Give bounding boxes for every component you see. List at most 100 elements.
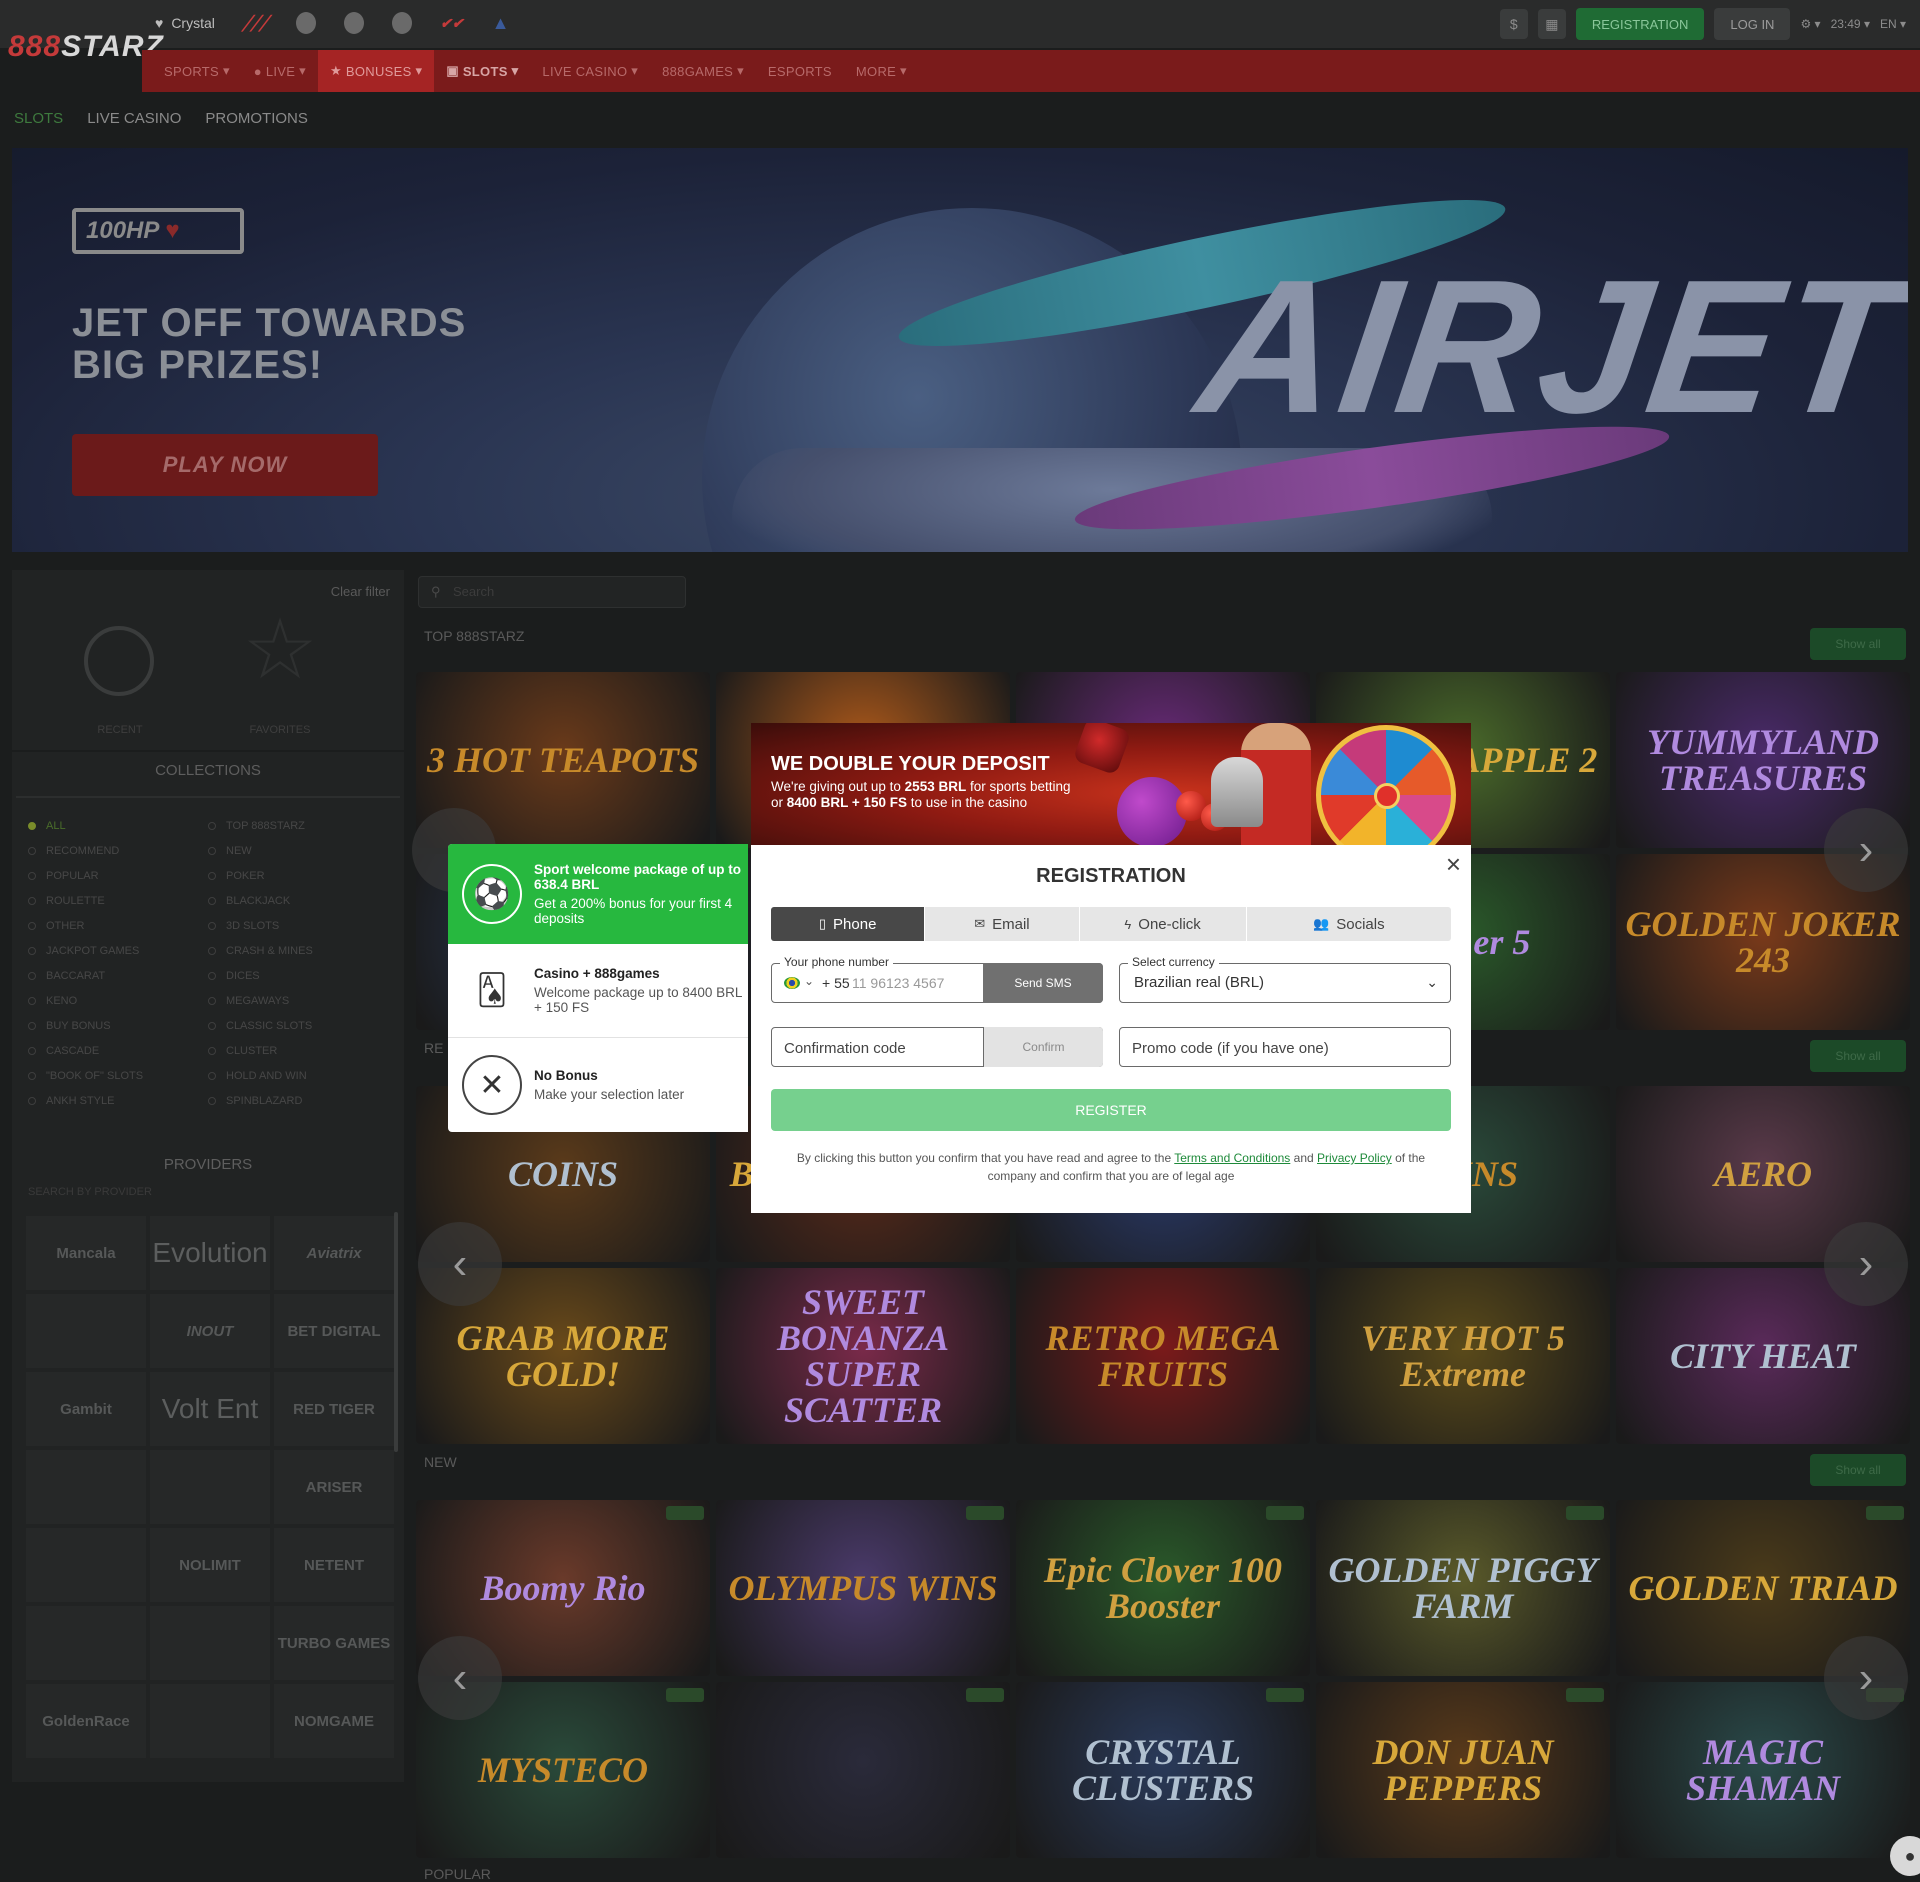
collection-item[interactable]: SPINBLAZARD: [208, 1093, 388, 1108]
game-card[interactable]: CRYSTAL CLUSTERS: [1016, 1682, 1310, 1858]
nav-more[interactable]: MORE ▾: [844, 50, 919, 92]
nav-live-casino[interactable]: LIVE CASINO ▾: [530, 50, 650, 92]
game-card[interactable]: Epic Clover 100 Booster: [1016, 1500, 1310, 1676]
partner-logo[interactable]: [344, 12, 365, 34]
provider-tile[interactable]: Evolution: [150, 1216, 270, 1290]
collection-item[interactable]: TOP 888STARZ: [208, 818, 388, 833]
provider-tile[interactable]: [150, 1684, 270, 1758]
clear-filter-link[interactable]: Clear filter: [331, 584, 390, 599]
tab-phone[interactable]: ▯ Phone: [771, 907, 926, 941]
tab-one-click[interactable]: ϟ One-click: [1080, 907, 1247, 941]
registration-button[interactable]: REGISTRATION: [1575, 8, 1705, 40]
provider-tile[interactable]: RED TIGER: [274, 1372, 394, 1446]
collection-item[interactable]: ROULETTE: [28, 893, 208, 908]
collection-item[interactable]: CRASH & MINES: [208, 943, 388, 958]
collection-item[interactable]: OTHER: [28, 918, 208, 933]
confirm-button[interactable]: Confirm: [983, 1027, 1103, 1067]
nav-sports[interactable]: SPORTS ▾: [152, 50, 242, 92]
hero-banner[interactable]: AIRJET 100HP ♥ JET OFF TOWARDS BIG PRIZES…: [12, 148, 1908, 552]
phone-input[interactable]: [852, 972, 972, 994]
star-icon[interactable]: ☆: [230, 607, 330, 691]
game-card[interactable]: VERY HOT 5 Extreme: [1316, 1268, 1610, 1444]
collection-item[interactable]: 3D SLOTS: [208, 918, 388, 933]
provider-tile[interactable]: [150, 1450, 270, 1524]
provider-tile[interactable]: Aviatrix: [274, 1216, 394, 1290]
collection-item[interactable]: CLUSTER: [208, 1043, 388, 1058]
collection-item[interactable]: HOLD AND WIN: [208, 1068, 388, 1083]
collection-item[interactable]: BACCARAT: [28, 968, 208, 983]
provider-tile[interactable]: NOMGAME: [274, 1684, 394, 1758]
tab-email[interactable]: ✉ Email: [925, 907, 1080, 941]
chat-support-icon[interactable]: ●: [1890, 1836, 1920, 1876]
send-sms-button[interactable]: Send SMS: [983, 963, 1103, 1003]
collection-item[interactable]: RECOMMEND: [28, 843, 208, 858]
game-search-input[interactable]: ⚲ Search: [418, 576, 686, 608]
provider-tile[interactable]: ARISER: [274, 1450, 394, 1524]
show-all-button[interactable]: Show all: [1810, 1454, 1906, 1486]
collection-item[interactable]: ALL: [28, 818, 208, 833]
game-card[interactable]: OLYMPUS WINS: [716, 1500, 1010, 1676]
site-logo[interactable]: 888STARZ: [8, 30, 164, 64]
play-now-button[interactable]: PLAY NOW: [72, 434, 378, 496]
provider-tile[interactable]: Mancala: [26, 1216, 146, 1290]
scrollbar[interactable]: [394, 1212, 398, 1452]
nav-live[interactable]: ● LIVE ▾: [242, 50, 318, 92]
login-button[interactable]: LOG IN: [1714, 8, 1791, 40]
provider-tile[interactable]: BET DIGITAL: [274, 1294, 394, 1368]
brazil-flag-icon[interactable]: [784, 977, 800, 989]
game-card[interactable]: SWEET BONANZA SUPER SCATTER: [716, 1268, 1010, 1444]
confirmation-code-input[interactable]: [784, 1037, 974, 1059]
game-card[interactable]: [716, 1682, 1010, 1858]
bonus-option-casino[interactable]: 🂡 Casino + 888games Welcome package up to…: [448, 944, 748, 1038]
collection-item[interactable]: MEGAWAYS: [208, 993, 388, 1008]
collection-item[interactable]: POKER: [208, 868, 388, 883]
subnav-live-casino[interactable]: LIVE CASINO: [87, 110, 181, 127]
privacy-link[interactable]: Privacy Policy: [1317, 1151, 1392, 1165]
provider-tile[interactable]: NETENT: [274, 1528, 394, 1602]
terms-link[interactable]: Terms and Conditions: [1174, 1151, 1290, 1165]
provider-tile[interactable]: Volt Ent: [150, 1372, 270, 1446]
promo-code-input[interactable]: [1132, 1037, 1432, 1059]
provider-tile[interactable]: [26, 1294, 146, 1368]
chevron-down-icon[interactable]: ⌄: [804, 974, 814, 988]
nav-bonuses[interactable]: ★ BONUSES ▾: [318, 50, 435, 92]
partner-logo[interactable]: ✔✔: [440, 15, 463, 32]
nav-esports[interactable]: ESPORTS: [756, 50, 844, 92]
chevron-right-icon[interactable]: ›: [1824, 1636, 1908, 1720]
chevron-left-icon[interactable]: ‹: [418, 1222, 502, 1306]
chevron-right-icon[interactable]: ›: [1824, 1222, 1908, 1306]
collection-item[interactable]: KENO: [28, 993, 208, 1008]
provider-tile[interactable]: [150, 1606, 270, 1680]
subnav-promotions[interactable]: PROMOTIONS: [205, 110, 308, 127]
partner-logo[interactable]: [296, 12, 317, 34]
currency-select[interactable]: Select currency Brazilian real (BRL) ⌄: [1119, 955, 1451, 1003]
partner-crystal[interactable]: ♥ Crystal: [155, 15, 215, 31]
settings-icon[interactable]: ⚙ ▾: [1800, 17, 1820, 31]
partner-logo[interactable]: ╱╱╱: [243, 15, 268, 32]
tab-socials[interactable]: 👥 Socials: [1247, 907, 1451, 941]
partner-logo[interactable]: ▲: [492, 13, 510, 34]
collection-item[interactable]: CASCADE: [28, 1043, 208, 1058]
provider-tile[interactable]: GoldenRace: [26, 1684, 146, 1758]
register-button[interactable]: REGISTER: [771, 1089, 1451, 1131]
collection-item[interactable]: DICES: [208, 968, 388, 983]
show-all-button[interactable]: Show all: [1810, 628, 1906, 660]
game-card[interactable]: DON JUAN PEPPERS: [1316, 1682, 1610, 1858]
time-display[interactable]: 23:49 ▾: [1831, 17, 1870, 31]
partner-logo[interactable]: [392, 12, 413, 34]
game-card[interactable]: GOLDEN PIGGY FARM: [1316, 1500, 1610, 1676]
dollar-icon[interactable]: $: [1499, 9, 1528, 39]
collection-item[interactable]: ANKH STYLE: [28, 1093, 208, 1108]
show-all-button[interactable]: Show all: [1810, 1040, 1906, 1072]
language-select[interactable]: EN ▾: [1880, 17, 1906, 31]
collection-item[interactable]: NEW: [208, 843, 388, 858]
provider-tile[interactable]: NOLIMIT: [150, 1528, 270, 1602]
collection-item[interactable]: POPULAR: [28, 868, 208, 883]
nav-888games[interactable]: 888GAMES ▾: [650, 50, 756, 92]
game-card[interactable]: RETRO MEGA FRUITS: [1016, 1268, 1310, 1444]
collection-item[interactable]: BLACKJACK: [208, 893, 388, 908]
clock-icon[interactable]: [84, 626, 154, 696]
provider-search[interactable]: SEARCH BY PROVIDER: [12, 1186, 404, 1216]
chevron-left-icon[interactable]: ‹: [418, 1636, 502, 1720]
provider-tile[interactable]: [26, 1606, 146, 1680]
